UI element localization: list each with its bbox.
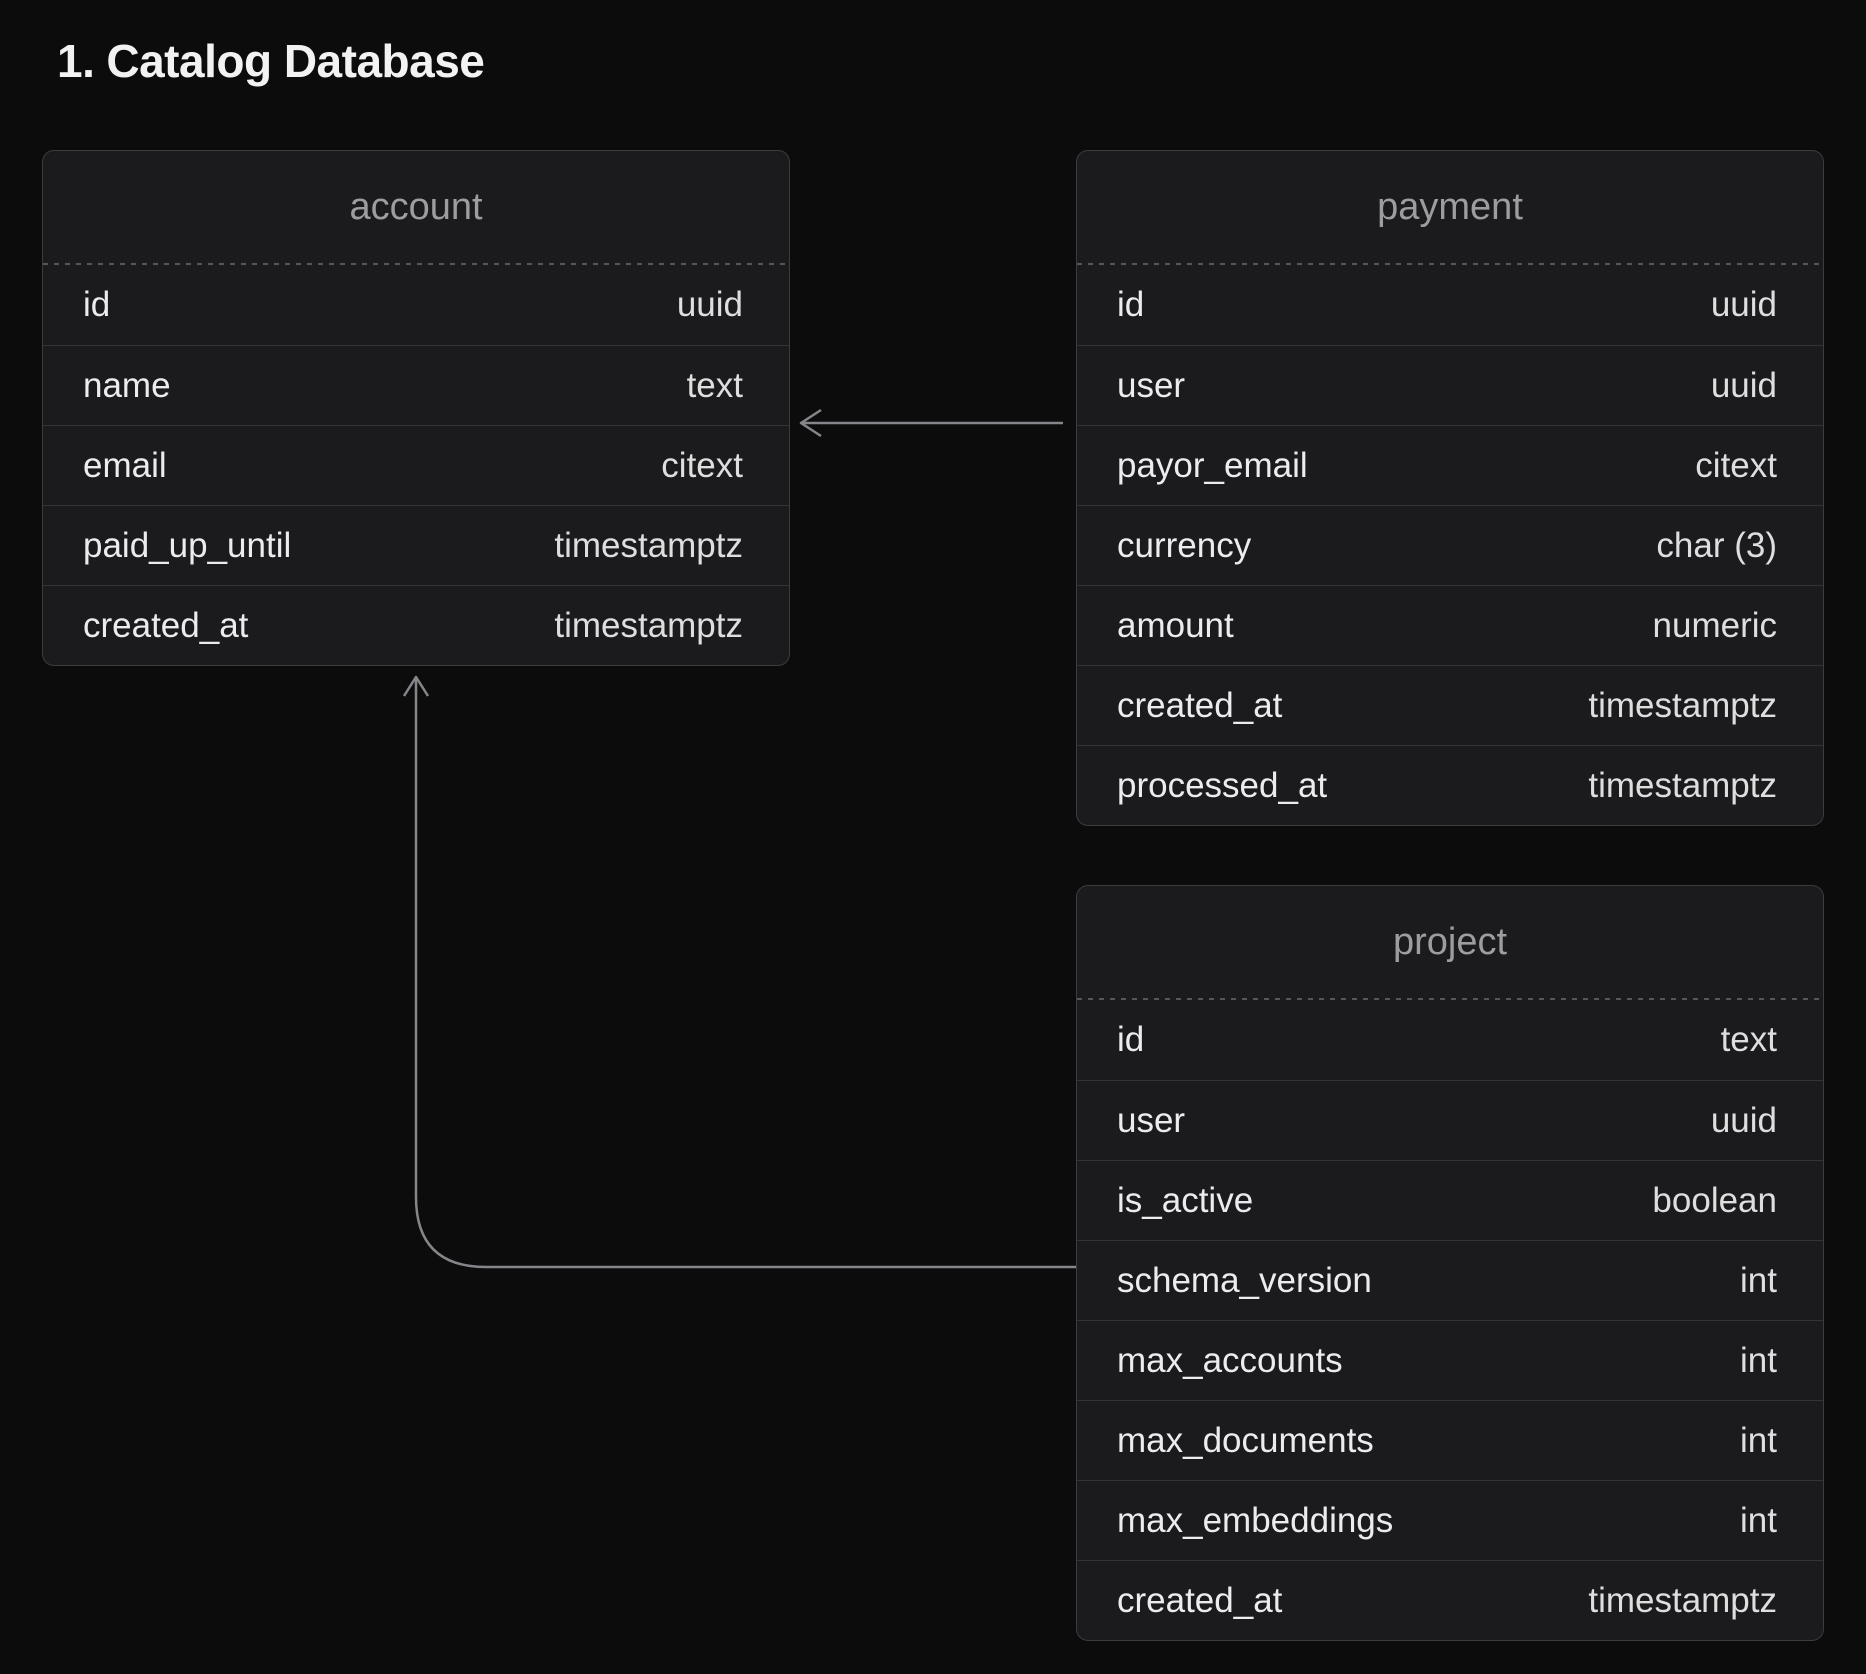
- table-name: account: [43, 151, 789, 263]
- column-type: timestamptz: [1588, 686, 1777, 726]
- column-type: citext: [661, 446, 743, 486]
- column-type: char (3): [1656, 526, 1777, 566]
- page-title-text: Catalog Database: [106, 34, 484, 88]
- column-name: currency: [1117, 526, 1251, 566]
- column-row-created_at: created_at timestamptz: [43, 585, 789, 665]
- table-account[interactable]: account id uuid name text email citext p…: [42, 150, 790, 666]
- column-type: int: [1740, 1421, 1777, 1461]
- column-type: uuid: [1711, 366, 1777, 406]
- column-row-max_accounts: max_accounts int: [1077, 1320, 1823, 1400]
- column-name: user: [1117, 366, 1185, 406]
- column-row-amount: amount numeric: [1077, 585, 1823, 665]
- column-type: boolean: [1652, 1181, 1777, 1221]
- table-payment[interactable]: payment id uuid user uuid payor_email ci…: [1076, 150, 1824, 826]
- column-row-user: user uuid: [1077, 1080, 1823, 1160]
- column-name: is_active: [1117, 1181, 1253, 1221]
- column-name: created_at: [1117, 1581, 1282, 1621]
- column-rows: id uuid user uuid payor_email citext cur…: [1077, 265, 1823, 825]
- column-name: created_at: [83, 606, 248, 646]
- column-row-schema_version: schema_version int: [1077, 1240, 1823, 1320]
- column-rows: id text user uuid is_active boolean sche…: [1077, 1000, 1823, 1640]
- column-type: int: [1740, 1501, 1777, 1541]
- table-project[interactable]: project id text user uuid is_active bool…: [1076, 885, 1824, 1641]
- column-name: max_accounts: [1117, 1341, 1343, 1381]
- column-row-id: id uuid: [1077, 265, 1823, 345]
- column-type: timestamptz: [554, 526, 743, 566]
- column-row-id: id uuid: [43, 265, 789, 345]
- column-name: id: [1117, 1020, 1144, 1060]
- column-name: max_documents: [1117, 1421, 1374, 1461]
- column-type: uuid: [677, 285, 743, 325]
- column-row-id: id text: [1077, 1000, 1823, 1080]
- column-name: amount: [1117, 606, 1234, 646]
- column-name: max_embeddings: [1117, 1501, 1393, 1541]
- column-type: uuid: [1711, 285, 1777, 325]
- column-row-payor_email: payor_email citext: [1077, 425, 1823, 505]
- column-type: int: [1740, 1261, 1777, 1301]
- column-row-created_at: created_at timestamptz: [1077, 1560, 1823, 1640]
- column-row-max_documents: max_documents int: [1077, 1400, 1823, 1480]
- page-title-number: 1.: [57, 34, 94, 88]
- table-name: project: [1077, 886, 1823, 998]
- column-name: created_at: [1117, 686, 1282, 726]
- column-type: text: [687, 366, 743, 406]
- page-title: 1. Catalog Database: [57, 34, 484, 88]
- column-row-paid_up_until: paid_up_until timestamptz: [43, 505, 789, 585]
- column-name: schema_version: [1117, 1261, 1372, 1301]
- column-type: int: [1740, 1341, 1777, 1381]
- column-type: numeric: [1653, 606, 1777, 646]
- column-name: id: [1117, 285, 1144, 325]
- column-type: timestamptz: [1588, 766, 1777, 806]
- column-row-created_at: created_at timestamptz: [1077, 665, 1823, 745]
- column-name: paid_up_until: [83, 526, 291, 566]
- column-row-name: name text: [43, 345, 789, 425]
- column-row-max_embeddings: max_embeddings int: [1077, 1480, 1823, 1560]
- column-name: id: [83, 285, 110, 325]
- column-type: timestamptz: [1588, 1581, 1777, 1621]
- connector-line: [416, 679, 1076, 1267]
- column-row-currency: currency char (3): [1077, 505, 1823, 585]
- column-name: name: [83, 366, 171, 406]
- table-name: payment: [1077, 151, 1823, 263]
- column-rows: id uuid name text email citext paid_up_u…: [43, 265, 789, 665]
- column-type: citext: [1695, 446, 1777, 486]
- column-name: user: [1117, 1101, 1185, 1141]
- column-name: processed_at: [1117, 766, 1327, 806]
- column-row-processed_at: processed_at timestamptz: [1077, 745, 1823, 825]
- column-type: text: [1721, 1020, 1777, 1060]
- column-row-user: user uuid: [1077, 345, 1823, 425]
- connector-project-to-account[interactable]: [404, 677, 1076, 1267]
- column-name: email: [83, 446, 167, 486]
- column-row-is_active: is_active boolean: [1077, 1160, 1823, 1240]
- column-type: uuid: [1711, 1101, 1777, 1141]
- column-type: timestamptz: [554, 606, 743, 646]
- column-name: payor_email: [1117, 446, 1308, 486]
- column-row-email: email citext: [43, 425, 789, 505]
- connector-payment-to-account[interactable]: [801, 410, 1063, 436]
